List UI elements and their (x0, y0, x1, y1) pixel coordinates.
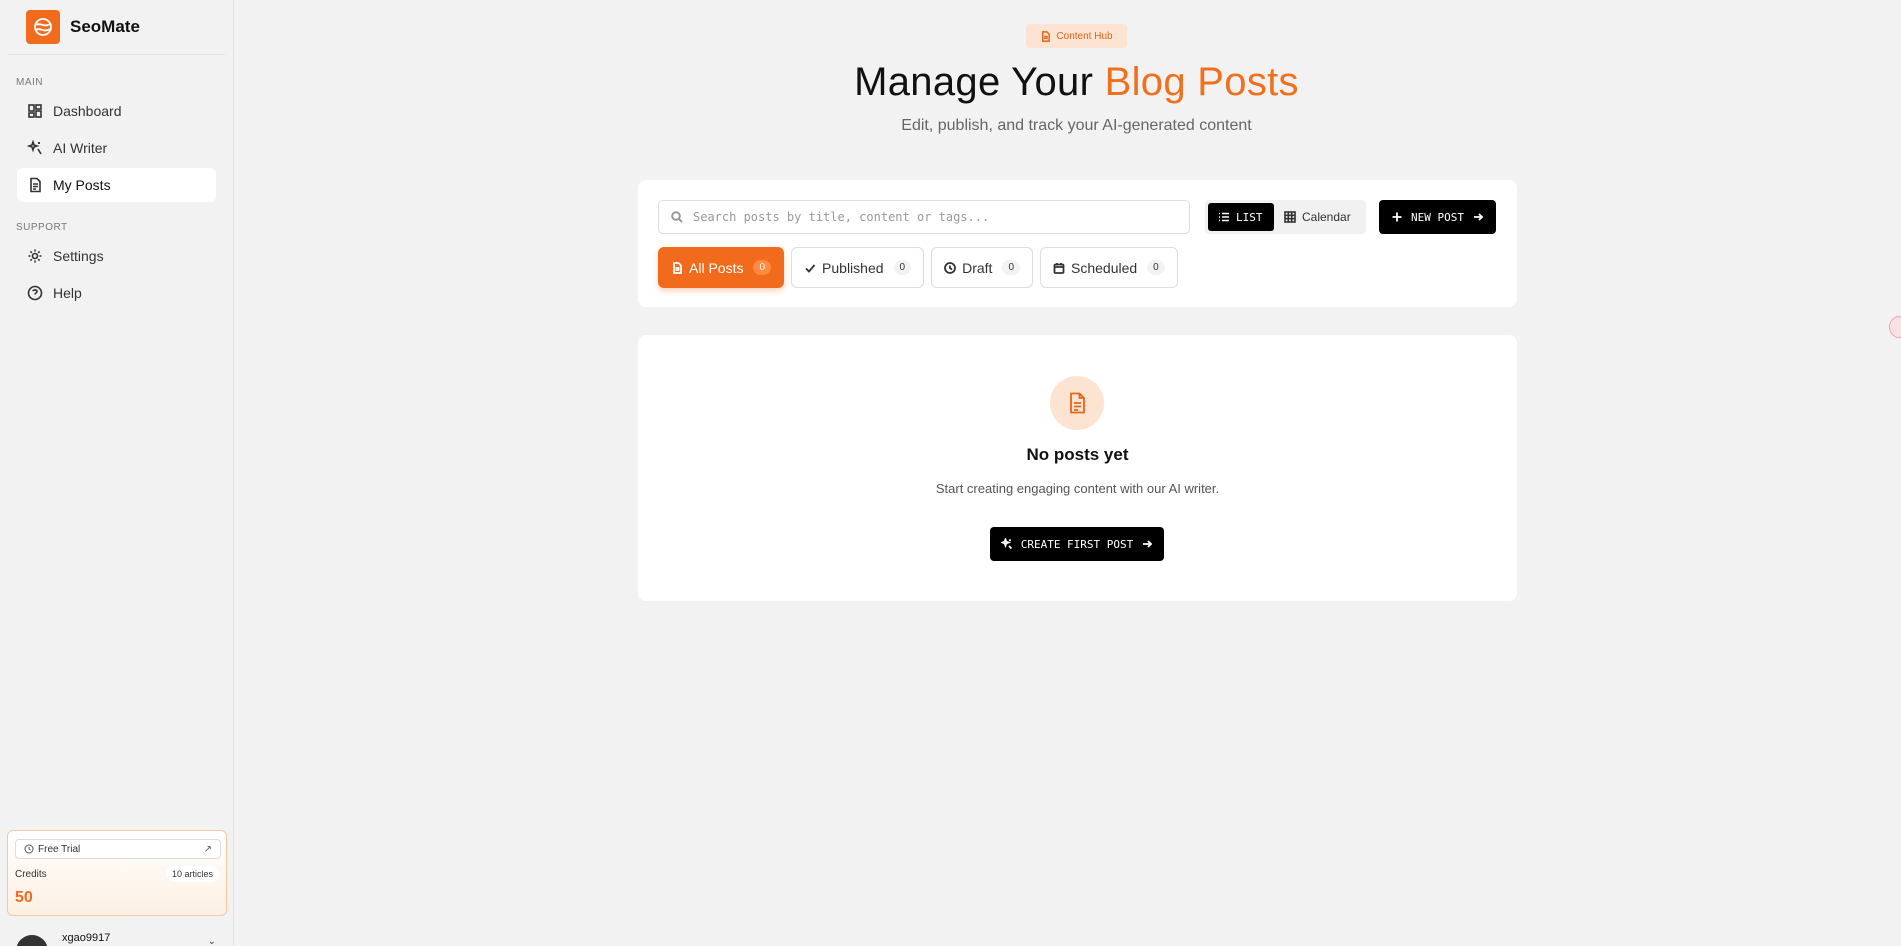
content-hub-badge: Content Hub (1026, 24, 1127, 48)
trial-plan-label: Free Trial (38, 843, 81, 855)
page-title: Manage Your Blog Posts (0, 60, 1901, 105)
trial-plan-pill[interactable]: Free Trial ↗ (15, 839, 221, 859)
create-first-post-label: CREATE FIRST POST (1020, 537, 1134, 551)
tab-label: All Posts (689, 259, 744, 276)
tab-label: Published (822, 259, 884, 276)
articles-badge: 10 articles (165, 866, 219, 882)
grid-icon (1284, 211, 1296, 223)
view-toggle: LIST Calendar (1205, 200, 1366, 234)
user-menu-icon[interactable]: ⌄ (208, 936, 216, 946)
list-icon (1219, 212, 1229, 222)
sidebar-item-my-posts[interactable]: My Posts (17, 168, 216, 202)
brand-logo-icon (26, 10, 60, 44)
empty-state-title: No posts yet (1026, 445, 1129, 464)
arrow-right-icon (1143, 540, 1153, 548)
section-label-support: SUPPORT (16, 222, 68, 233)
sparkles-icon (27, 140, 42, 155)
tab-count: 0 (1147, 260, 1165, 275)
sidebar: SeoMate MAIN Dashboard AI Writer My Post… (0, 0, 234, 946)
tab-published[interactable]: Published 0 (791, 247, 925, 288)
clock-icon (944, 261, 956, 274)
document-icon (1042, 30, 1051, 42)
user-row[interactable]: xgao9917 ⌄ (16, 932, 216, 946)
tab-count: 0 (893, 260, 912, 275)
credits-value: 50 (15, 889, 33, 906)
sidebar-item-label: Settings (53, 248, 104, 264)
content-hub-label: Content Hub (1056, 30, 1113, 42)
view-list-button[interactable]: LIST (1208, 203, 1274, 231)
new-post-label: NEW POST (1411, 210, 1464, 224)
brand-name: SeoMate (70, 17, 140, 36)
help-icon (27, 285, 43, 301)
tab-all-posts[interactable]: All Posts 0 (658, 247, 785, 288)
calendar-icon (1053, 262, 1065, 274)
search-input[interactable] (693, 210, 1163, 224)
floating-helper-icon[interactable] (1889, 316, 1901, 338)
tab-label: Draft (962, 259, 993, 276)
toolbar-panel: LIST Calendar NEW POST All Posts 0 Publi… (638, 180, 1517, 307)
view-calendar-label: Calendar (1302, 210, 1351, 224)
gear-icon (28, 249, 42, 263)
sidebar-item-label: Help (53, 285, 82, 301)
trend-up-icon: ↗ (203, 843, 212, 855)
page-title-accent: Blog Posts (1104, 60, 1299, 104)
sidebar-item-label: AI Writer (53, 140, 108, 156)
tab-label: Scheduled (1071, 259, 1138, 276)
arrow-right-icon (1473, 213, 1484, 221)
document-icon (30, 177, 41, 193)
sidebar-item-settings[interactable]: Settings (17, 239, 216, 273)
username: xgao9917 (62, 932, 111, 944)
check-icon (805, 263, 816, 273)
page-subtitle: Edit, publish, and track your AI-generat… (901, 117, 1252, 134)
sidebar-item-label: My Posts (53, 177, 111, 193)
document-icon (1050, 376, 1104, 430)
empty-state-panel: No posts yet Start creating engaging con… (638, 335, 1517, 601)
plus-icon (1392, 212, 1402, 222)
brand[interactable]: SeoMate (8, 0, 225, 55)
view-list-label: LIST (1236, 210, 1263, 224)
search-icon (671, 211, 683, 223)
status-tabs: All Posts 0 Published 0 Draft 0 Schedule… (658, 247, 1178, 288)
sidebar-item-ai-writer[interactable]: AI Writer (17, 131, 216, 165)
tab-count: 0 (1002, 260, 1020, 275)
create-first-post-button[interactable]: CREATE FIRST POST (990, 527, 1164, 561)
new-post-button[interactable]: NEW POST (1379, 200, 1496, 234)
avatar (16, 935, 48, 946)
tab-scheduled[interactable]: Scheduled 0 (1040, 247, 1178, 288)
trial-card: Free Trial ↗ Credits 10 articles 50 (7, 830, 227, 916)
credits-label: Credits (15, 869, 47, 880)
page-title-plain: Manage Your (854, 60, 1105, 104)
sparkles-icon (1000, 538, 1012, 550)
tab-draft[interactable]: Draft 0 (931, 247, 1033, 288)
search-box[interactable] (658, 200, 1190, 234)
sidebar-item-help[interactable]: Help (17, 276, 216, 310)
clock-icon (24, 844, 34, 854)
document-icon (673, 261, 682, 274)
view-calendar-button[interactable]: Calendar (1274, 203, 1361, 231)
empty-state-subtitle: Start creating engaging content with our… (935, 481, 1220, 496)
tab-count: 0 (753, 260, 772, 275)
